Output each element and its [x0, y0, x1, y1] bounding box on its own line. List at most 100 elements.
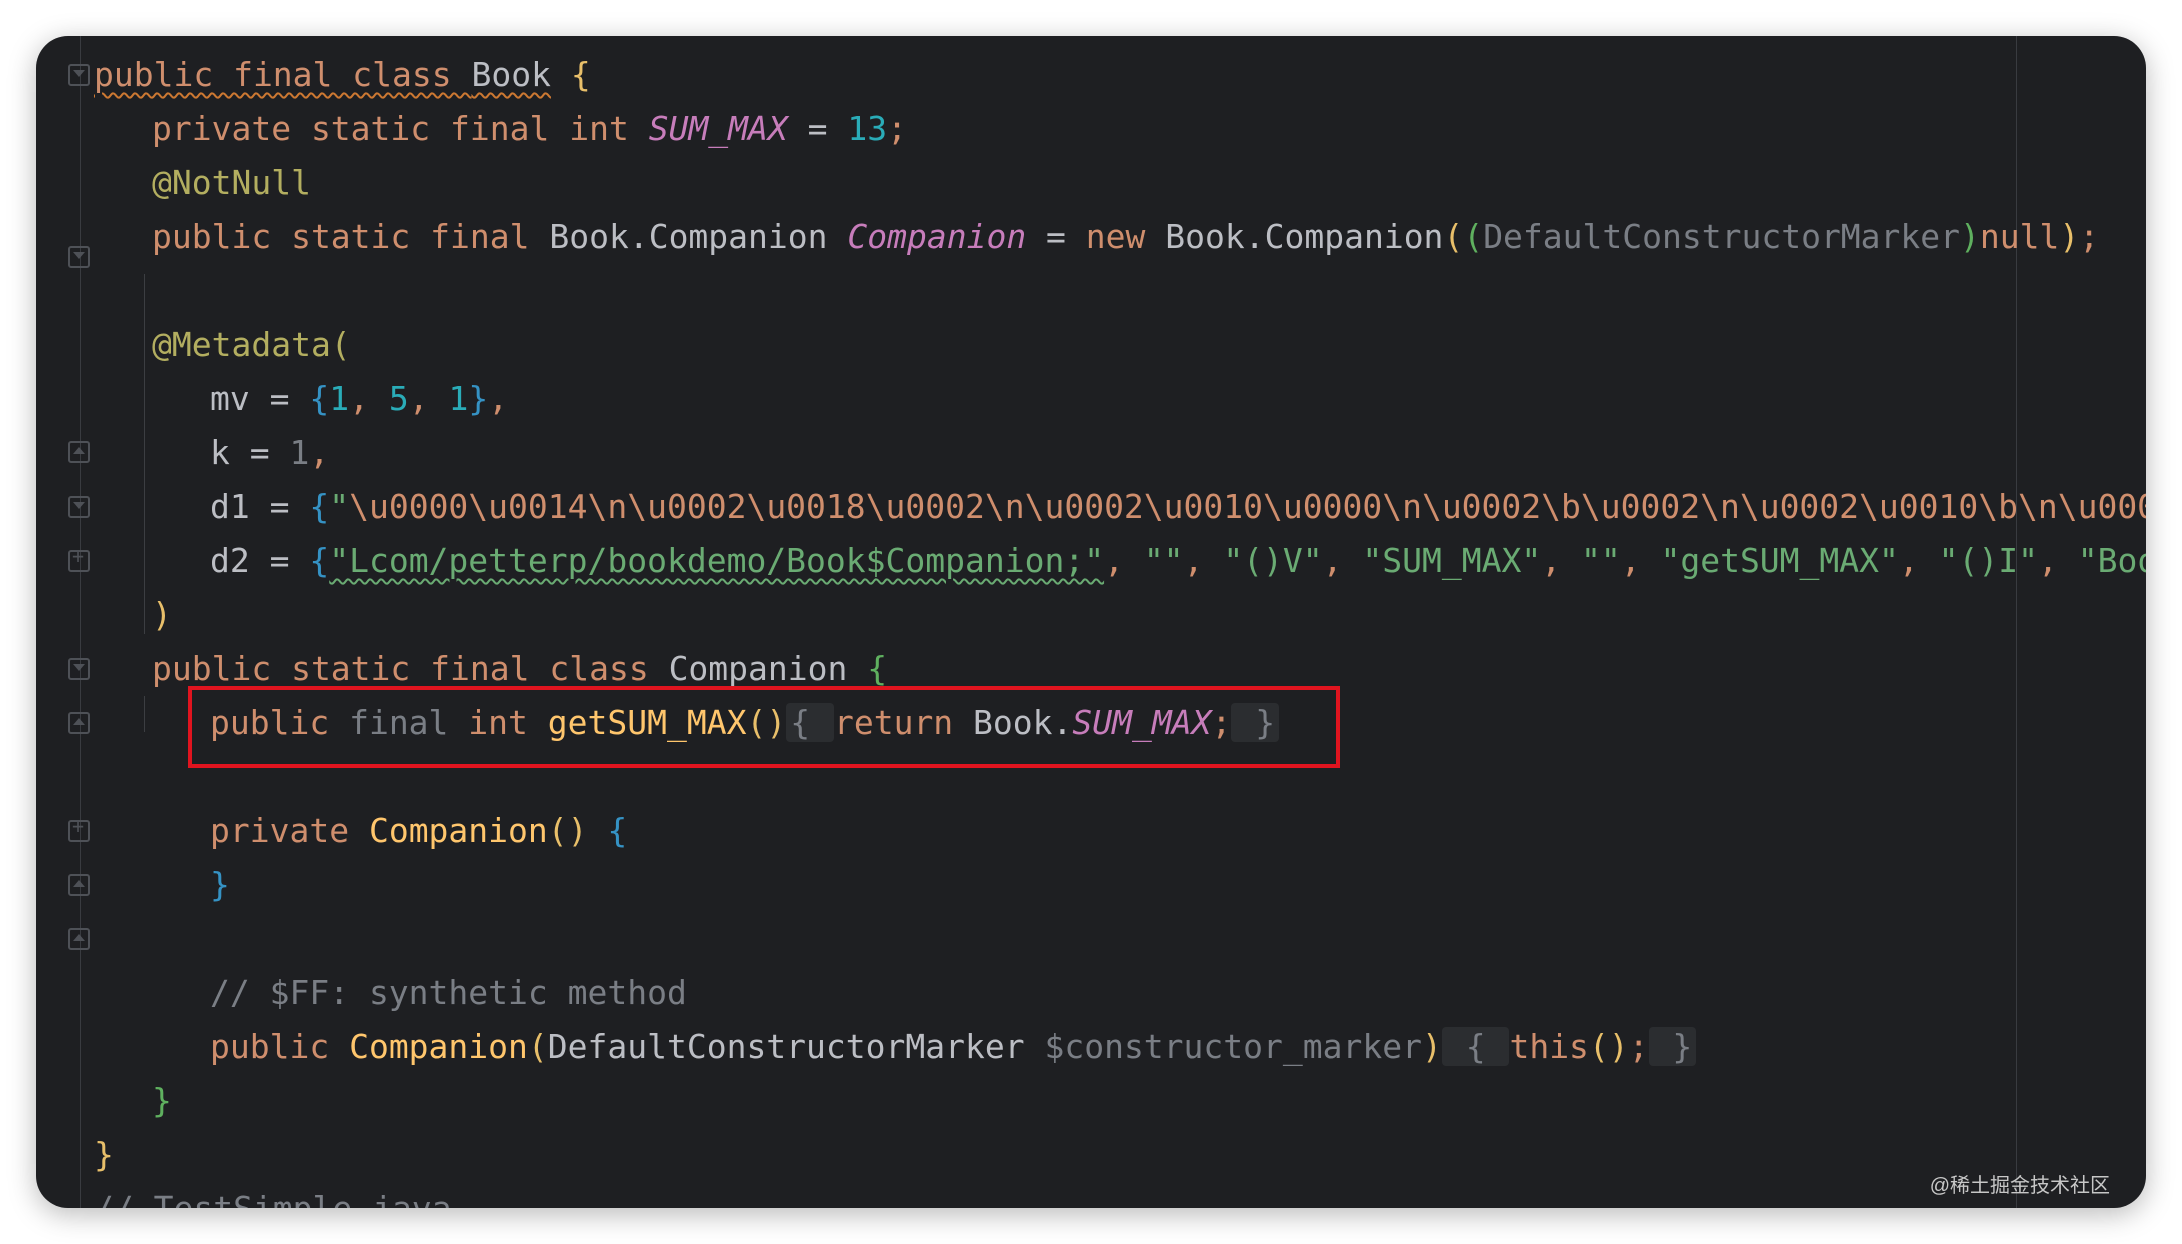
code-token: }	[210, 865, 230, 904]
code-token: 1	[289, 433, 310, 472]
code-token: )	[2059, 217, 2080, 256]
code-token: SUM_MAX	[648, 109, 788, 148]
code-token: (	[1443, 217, 1464, 256]
code-token: public final class	[94, 55, 472, 94]
code-token: =	[1026, 217, 1086, 256]
code-token: 1	[448, 379, 469, 418]
code-token: $constructor_marker	[1044, 1027, 1422, 1066]
code-token: ;	[887, 109, 908, 148]
code-token: private	[210, 811, 369, 850]
code-token: Companion	[349, 1027, 528, 1066]
code-line[interactable]: )	[152, 588, 172, 642]
code-line[interactable]: }	[210, 858, 230, 912]
code-token: Book	[471, 55, 551, 94]
code-token: ,	[1620, 541, 1661, 580]
code-token: "Lcom/petterp/bookdemo/Book$Companion;"	[329, 541, 1105, 580]
code-editor-window: public final class Book {private static …	[36, 36, 2146, 1208]
code-token: k =	[210, 433, 290, 472]
code-token: Book.Companion	[1165, 217, 1444, 256]
code-token: "BookDe	[2077, 541, 2146, 580]
code-line[interactable]: // $FF: synthetic method	[210, 966, 687, 1020]
code-token: {	[550, 55, 591, 94]
code-token: {	[309, 541, 330, 580]
code-token: {	[309, 379, 330, 418]
code-token: \u0000\u0014\n\u0002\u0018\u0002\n\u0002…	[349, 487, 2146, 526]
code-token: // TestSimple.java	[94, 1189, 452, 1208]
code-token: ,	[349, 379, 389, 418]
code-line[interactable]: private Companion() {	[210, 804, 627, 858]
code-token: null	[1979, 217, 2060, 256]
code-token: // $FF: synthetic method	[210, 973, 687, 1012]
code-line[interactable]: d1 = {"\u0000\u0014\n\u0002\u0018\u0002\…	[210, 480, 2146, 534]
code-token: =	[787, 109, 848, 148]
code-line[interactable]: @NotNull	[152, 156, 311, 210]
code-token: ,	[309, 433, 330, 472]
code-token: }	[152, 1081, 172, 1120]
highlight-annotation-box	[188, 686, 1340, 768]
code-token: 5	[388, 379, 409, 418]
code-token: (	[1463, 217, 1484, 256]
code-token: 1	[329, 379, 350, 418]
code-line[interactable]: }	[94, 1128, 114, 1182]
code-token: this	[1509, 1027, 1589, 1066]
code-token: {	[309, 487, 330, 526]
code-token: ,	[488, 379, 509, 418]
code-token: @NotNull	[152, 163, 311, 202]
code-token: "()I"	[1938, 541, 2038, 580]
code-token: "()V"	[1223, 541, 1323, 580]
code-token: ""	[1580, 541, 1621, 580]
code-token: (	[527, 1027, 548, 1066]
code-token: )	[1960, 217, 1980, 256]
code-token: mv =	[210, 379, 310, 418]
code-token: ,	[1898, 541, 1939, 580]
code-line[interactable]: public static final Book.Companion Compa…	[152, 210, 2099, 264]
code-line[interactable]: }	[152, 1074, 172, 1128]
code-token: ()	[1588, 1027, 1629, 1066]
code-token: }	[94, 1135, 114, 1174]
code-token: ""	[1143, 541, 1184, 580]
code-token: public	[210, 1027, 350, 1066]
code-token: }	[468, 379, 489, 418]
code-token: {	[607, 811, 628, 850]
code-token: {	[1441, 1027, 1510, 1066]
code-token: )	[1421, 1027, 1442, 1066]
code-token: ,	[408, 379, 449, 418]
code-line[interactable]: public Companion(DefaultConstructorMarke…	[210, 1020, 1697, 1074]
code-line[interactable]: d2 = {"Lcom/petterp/bookdemo/Book$Compan…	[210, 534, 2146, 588]
code-token: DefaultConstructorMarker	[547, 1027, 1045, 1066]
code-token: Book.Companion	[549, 217, 848, 256]
code-token: d1 =	[210, 487, 310, 526]
code-token: private static final int	[152, 109, 649, 148]
code-token: d2 =	[210, 541, 310, 580]
code-token: new	[1085, 217, 1166, 256]
code-token: }	[1648, 1027, 1697, 1066]
code-token: ;	[2079, 217, 2100, 256]
code-line[interactable]: private static final int SUM_MAX = 13;	[152, 102, 907, 156]
code-token: Companion	[668, 649, 868, 688]
code-token: ,	[1183, 541, 1224, 580]
code-token: Companion	[368, 811, 548, 850]
code-area[interactable]: public final class Book {private static …	[36, 36, 2146, 1208]
code-token: "getSUM_MAX"	[1660, 541, 1899, 580]
code-token: ;	[1628, 1027, 1649, 1066]
code-token: "SUM_MAX"	[1362, 541, 1542, 580]
code-token: DefaultConstructorMarker	[1483, 217, 1961, 256]
code-line[interactable]: // TestSimple.java	[94, 1182, 452, 1208]
code-token: @Metadata(	[152, 325, 351, 364]
code-token: ,	[1541, 541, 1581, 580]
code-token: 13	[847, 109, 888, 148]
code-line[interactable]: public final class Book {	[94, 48, 591, 102]
code-line[interactable]: mv = {1, 5, 1},	[210, 372, 508, 426]
code-line[interactable]: @Metadata(	[152, 318, 351, 372]
code-token: ,	[1104, 541, 1144, 580]
code-token: Companion	[847, 217, 1027, 256]
code-token: ,	[1322, 541, 1363, 580]
code-token: ()	[547, 811, 608, 850]
code-token: public static final class	[152, 649, 669, 688]
code-token: "	[329, 487, 350, 526]
code-line[interactable]: k = 1,	[210, 426, 329, 480]
code-token: {	[867, 649, 888, 688]
watermark: @稀土掘金技术社区	[1929, 1175, 2110, 1197]
code-token: ,	[2037, 541, 2078, 580]
code-token: public static final	[152, 217, 550, 256]
